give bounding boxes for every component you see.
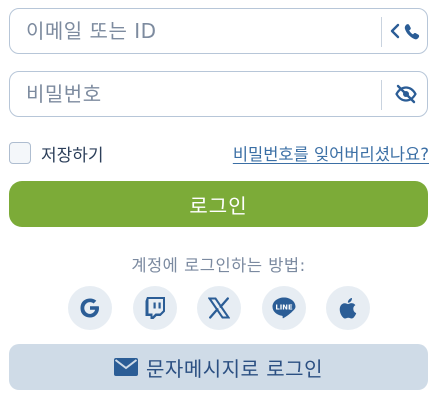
x-login-button[interactable] — [197, 286, 241, 330]
line-icon: LINE — [272, 297, 296, 319]
email-placeholder: 이메일 또는 ID — [26, 19, 157, 43]
phone-toggle-button[interactable] — [383, 9, 428, 53]
chevron-left-icon — [390, 23, 399, 39]
login-button[interactable]: 로그인 — [9, 181, 428, 227]
show-password-button[interactable] — [383, 72, 428, 116]
remember-me[interactable]: 저장하기 — [9, 138, 104, 168]
envelope-icon — [114, 358, 139, 376]
sms-login-button[interactable]: 문자메시지로 로그인 — [9, 344, 428, 390]
sms-login-label: 문자메시지로 로그인 — [146, 356, 323, 381]
social-login-row: LINE — [0, 286, 437, 330]
google-icon — [80, 298, 99, 318]
apple-login-button[interactable] — [326, 286, 370, 330]
remember-checkbox[interactable] — [9, 142, 31, 164]
login-methods-label: 계정에 로그인하는 방법: — [131, 256, 306, 275]
password-placeholder: 비밀번호 — [26, 82, 102, 106]
apple-icon — [339, 298, 357, 319]
twitch-login-button[interactable] — [133, 286, 177, 330]
google-login-button[interactable] — [68, 286, 112, 330]
forgot-password-link[interactable]: 비밀번호를 잊어버리셨나요? — [233, 141, 429, 165]
eye-off-icon — [394, 84, 417, 104]
email-field[interactable]: 이메일 또는 ID — [9, 8, 428, 54]
line-icon-text: LINE — [275, 303, 293, 311]
remember-label: 저장하기 — [41, 145, 104, 166]
twitch-icon — [145, 297, 165, 319]
field-divider — [381, 17, 382, 47]
line-login-button[interactable]: LINE — [262, 286, 306, 330]
x-icon — [208, 297, 230, 319]
field-divider — [381, 80, 382, 110]
phone-icon — [404, 24, 419, 40]
password-field[interactable]: 비밀번호 — [9, 71, 428, 117]
